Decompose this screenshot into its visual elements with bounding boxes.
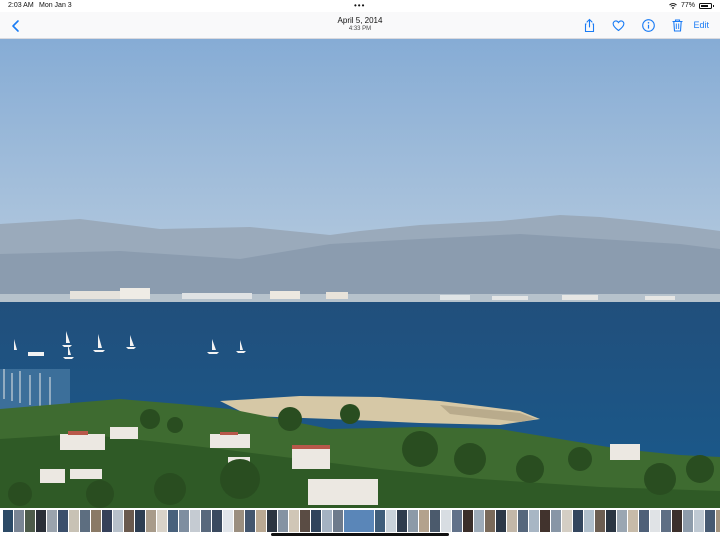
thumbnail[interactable] [419, 510, 429, 532]
thumbnail[interactable] [474, 510, 484, 532]
thumbnail[interactable] [617, 510, 627, 532]
thumbnail[interactable] [333, 510, 343, 532]
thumbnail[interactable] [3, 510, 13, 532]
thumbnail[interactable] [168, 510, 178, 532]
thumbnail[interactable] [135, 510, 145, 532]
thumbnail[interactable] [452, 510, 462, 532]
thumbnail[interactable] [124, 510, 134, 532]
thumbnail[interactable] [529, 510, 539, 532]
thumbnail[interactable] [397, 510, 407, 532]
thumbnail[interactable] [606, 510, 616, 532]
thumbnail[interactable] [157, 510, 167, 532]
thumbnail[interactable] [58, 510, 68, 532]
thumbnail-selected[interactable] [343, 509, 375, 533]
thumbnail[interactable] [540, 510, 550, 532]
thumbnail-list [3, 509, 720, 533]
thumbnail[interactable] [201, 510, 211, 532]
thumbnail[interactable] [91, 510, 101, 532]
edit-button[interactable]: Edit [693, 20, 709, 30]
thumbnail[interactable] [223, 510, 233, 532]
thumbnail[interactable] [289, 510, 299, 532]
thumbnail[interactable] [485, 510, 495, 532]
thumbnail[interactable] [14, 510, 24, 532]
thumbnail[interactable] [463, 510, 473, 532]
thumbnail[interactable] [551, 510, 561, 532]
thumbnail[interactable] [716, 510, 720, 532]
battery-icon [699, 2, 714, 9]
thumbnail[interactable] [496, 510, 506, 532]
thumbnail[interactable] [683, 510, 693, 532]
thumbnail[interactable] [375, 510, 385, 532]
multitasking-dots-icon[interactable]: ••• [354, 1, 365, 10]
thumbnail[interactable] [705, 510, 715, 532]
thumbnail[interactable] [267, 510, 277, 532]
thumbnail[interactable] [507, 510, 517, 532]
thumbnail[interactable] [179, 510, 189, 532]
thumbnail[interactable] [102, 510, 112, 532]
thumbnail[interactable] [661, 510, 671, 532]
trash-icon[interactable] [670, 18, 685, 33]
status-indicators: 77% [669, 2, 714, 9]
bay-landscape-photo [0, 39, 720, 508]
thumbnail[interactable] [408, 510, 418, 532]
thumbnail[interactable] [190, 510, 200, 532]
thumbnail[interactable] [47, 510, 57, 532]
thumbnail[interactable] [584, 510, 594, 532]
info-icon[interactable] [641, 18, 656, 33]
thumbnail[interactable] [80, 510, 90, 532]
thumbnail[interactable] [256, 510, 266, 532]
thumbnail[interactable] [573, 510, 583, 532]
thumbnail[interactable] [146, 510, 156, 532]
thumbnail[interactable] [562, 510, 572, 532]
heart-icon[interactable] [611, 18, 626, 33]
thumbnail[interactable] [672, 510, 682, 532]
photo-nav-bar: April 5, 2014 4:33 PM Edit [0, 12, 720, 39]
thumbnail[interactable] [300, 510, 310, 532]
thumbnail[interactable] [25, 510, 35, 532]
thumbnail[interactable] [694, 510, 704, 532]
thumbnail[interactable] [650, 510, 660, 532]
thumbnail[interactable] [212, 510, 222, 532]
battery-level-fill [701, 4, 708, 7]
status-date: Mon Jan 3 [39, 2, 72, 9]
thumbnail[interactable] [234, 510, 244, 532]
thumbnail[interactable] [322, 510, 332, 532]
thumbnail[interactable] [386, 510, 396, 532]
photo-viewer[interactable] [0, 39, 720, 508]
thumbnail[interactable] [518, 510, 528, 532]
wifi-icon [669, 2, 677, 9]
status-bar: 2:03 AM Mon Jan 3 ••• 77% [0, 0, 720, 12]
thumbnail[interactable] [441, 510, 451, 532]
status-time: 2:03 AM [8, 2, 34, 9]
thumbnail[interactable] [278, 510, 288, 532]
share-icon[interactable] [582, 18, 597, 33]
thumbnail[interactable] [595, 510, 605, 532]
thumbnail[interactable] [245, 510, 255, 532]
thumbnail[interactable] [639, 510, 649, 532]
home-indicator[interactable] [271, 533, 449, 536]
thumbnail[interactable] [36, 510, 46, 532]
thumbnail[interactable] [430, 510, 440, 532]
thumbnail[interactable] [628, 510, 638, 532]
thumbnail[interactable] [69, 510, 79, 532]
thumbnail[interactable] [311, 510, 321, 532]
thumbnail[interactable] [113, 510, 123, 532]
battery-percent: 77% [680, 2, 695, 9]
